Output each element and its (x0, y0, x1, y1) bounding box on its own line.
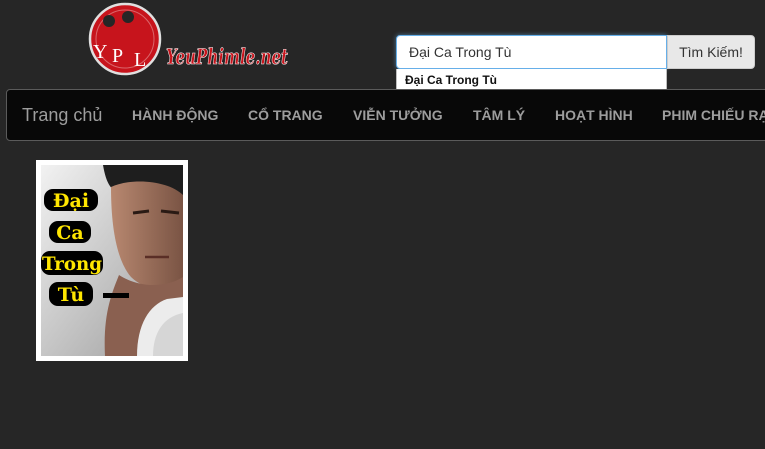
movie-poster: Đại Ca Trong Tù (41, 165, 183, 356)
nav-item-vien-tuong[interactable]: VIỄN TƯỞNG (353, 90, 443, 140)
logo-site-name: YeuPhimle.net (166, 44, 288, 69)
poster-title-line-4: Tù (58, 284, 85, 306)
logo-initial-y: Y (93, 41, 107, 63)
poster-title-line-3: Trong (42, 253, 102, 275)
nav-item-phim-chieu-rap[interactable]: PHIM CHIẾU RẠP (662, 90, 765, 140)
site-logo[interactable]: Y P L YeuPhimle.net (84, 0, 294, 82)
logo-initial-p: P (112, 45, 123, 67)
nav-item-tam-ly[interactable]: TÂM LÝ (473, 90, 525, 140)
nav-home-link[interactable]: Trang chủ (22, 90, 102, 140)
poster-title-line-1: Đại (53, 190, 89, 212)
logo-initial-l: L (134, 49, 146, 71)
nav-item-hoat-hinh[interactable]: HOẠT HÌNH (555, 90, 633, 140)
search-input[interactable] (396, 35, 667, 69)
nav-item-co-trang[interactable]: CỔ TRANG (248, 90, 323, 140)
poster-title-line-2: Ca (56, 222, 83, 244)
movie-card[interactable]: Đại Ca Trong Tù (36, 160, 188, 361)
main-navbar: Trang chủ HÀNH ĐỘNG CỔ TRANG VIỄN TƯỞNG … (6, 89, 765, 141)
nav-item-hanh-dong[interactable]: HÀNH ĐỘNG (132, 90, 218, 140)
search-suggestion-item[interactable]: Đại Ca Trong Tù (397, 69, 666, 87)
search-button[interactable]: Tìm Kiếm! (667, 35, 755, 69)
